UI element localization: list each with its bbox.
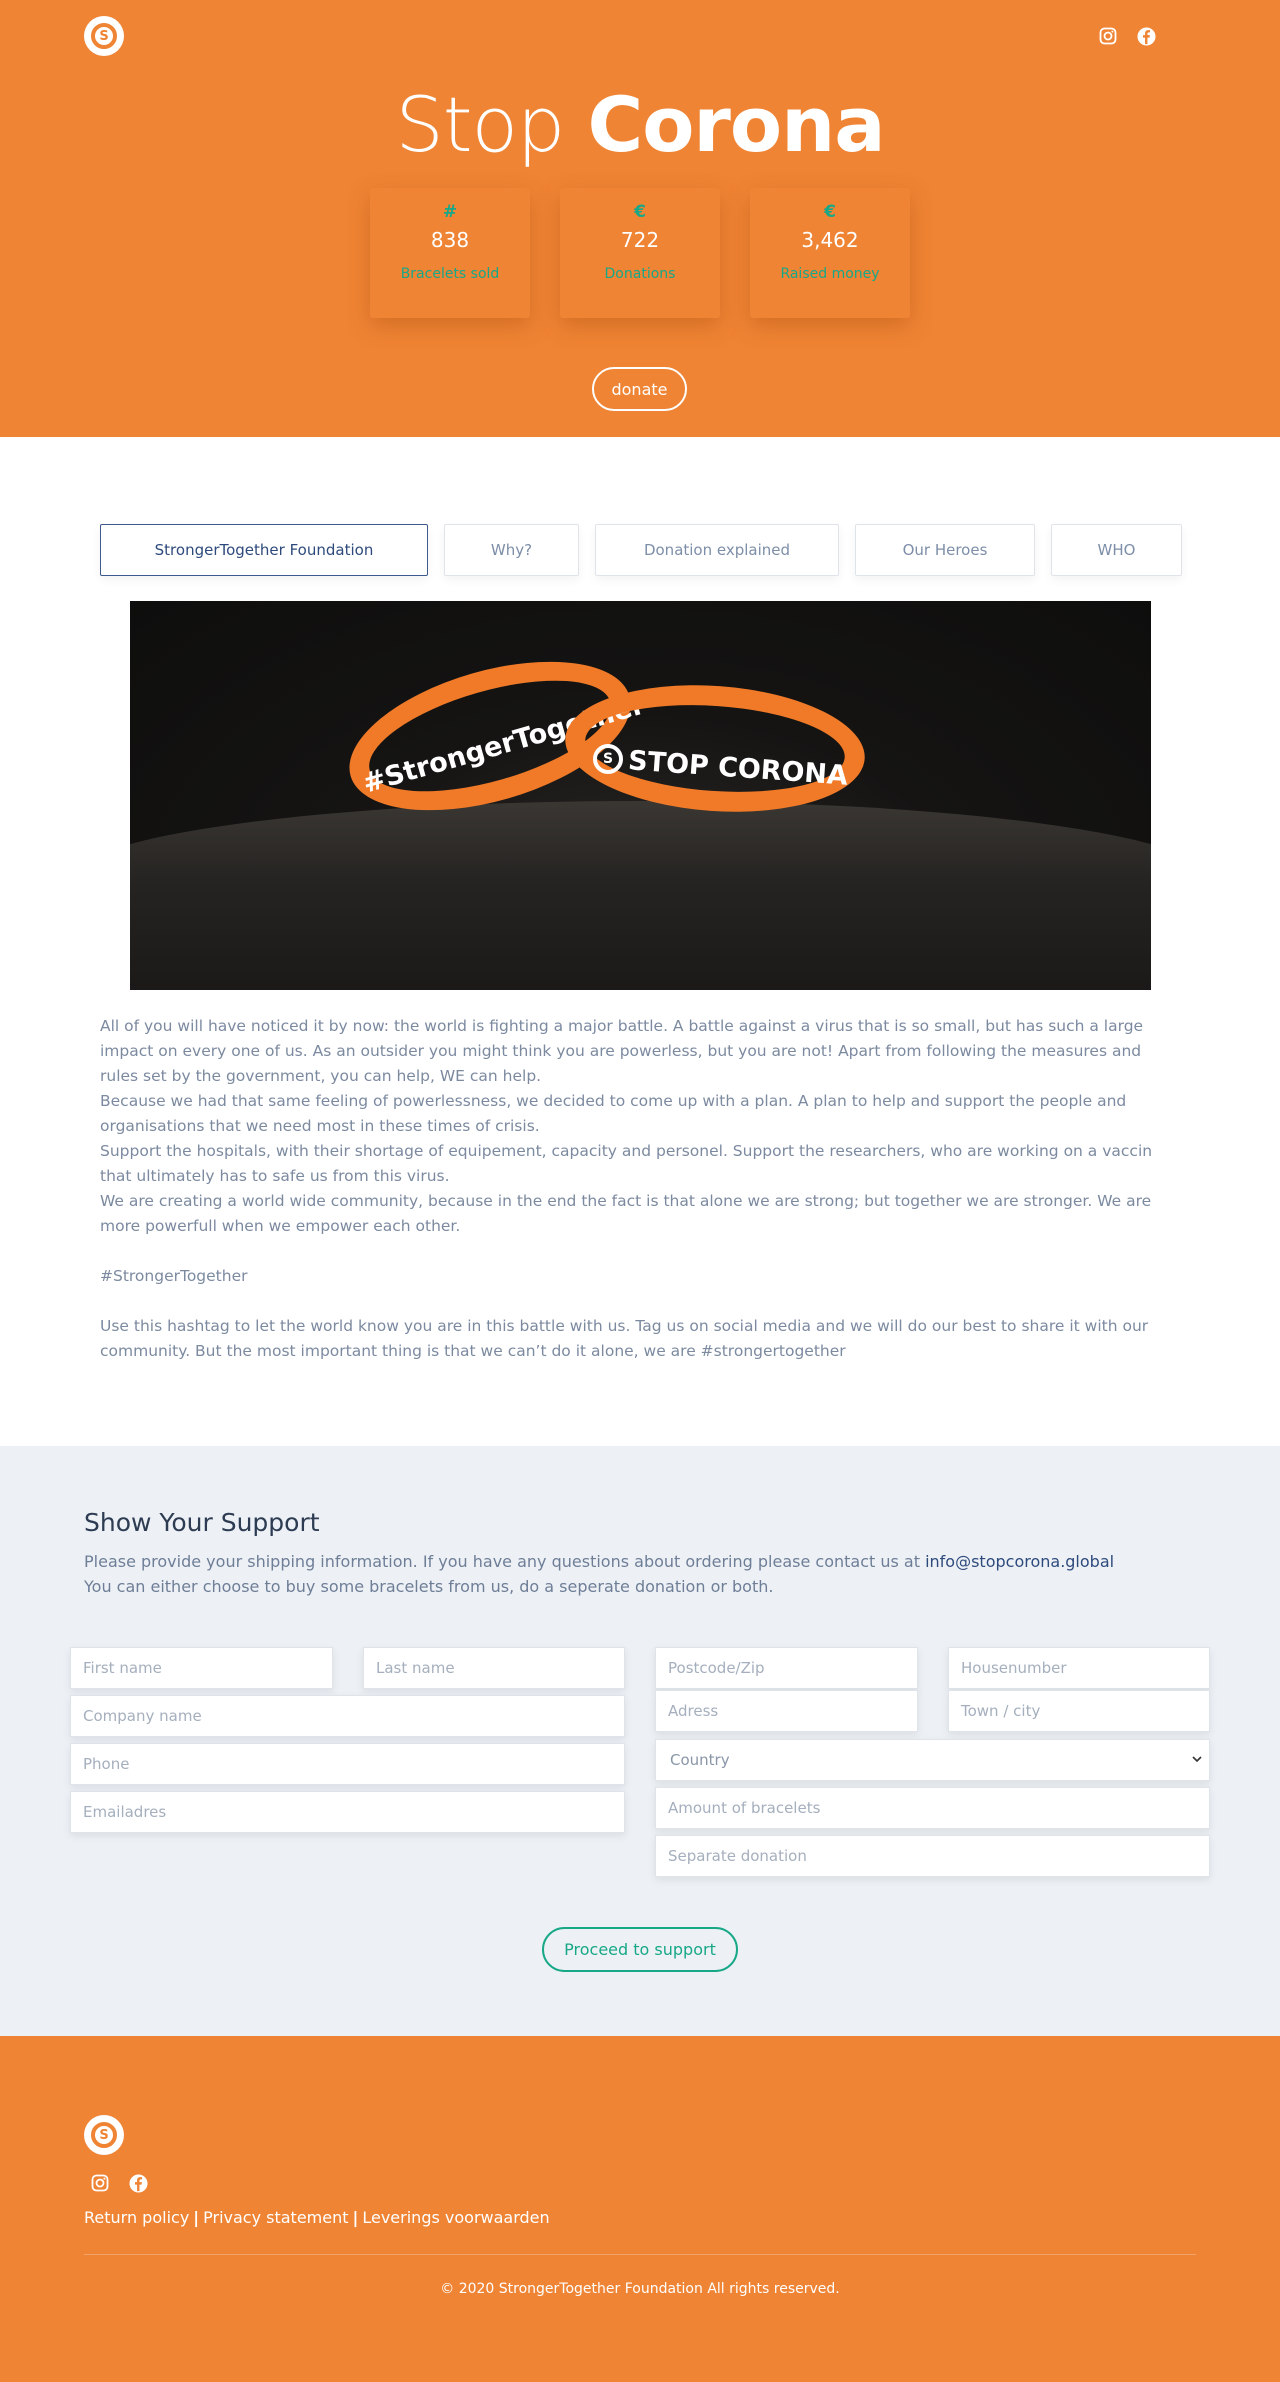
- country-select[interactable]: Country: [655, 1739, 1210, 1781]
- hero-section: S Stop Corona # 838 Bracelets sold € 722…: [0, 0, 1280, 437]
- tab-strongertogether-foundation[interactable]: StrongerTogether Foundation: [100, 524, 428, 576]
- first-name-field[interactable]: First name: [70, 1647, 333, 1689]
- last-name-field[interactable]: Last name: [363, 1647, 625, 1689]
- euro-icon: €: [634, 202, 646, 222]
- article-paragraph: All of you will have noticed it by now: …: [100, 1017, 1144, 1085]
- donate-button[interactable]: donate: [592, 367, 687, 411]
- header-social-links: [1098, 26, 1156, 46]
- facebook-icon[interactable]: [1136, 26, 1156, 46]
- link-separator: |: [193, 2208, 200, 2227]
- stat-label: Donations: [604, 266, 676, 282]
- stop-corona-logo[interactable]: S: [84, 16, 124, 56]
- support-title: Show Your Support: [84, 1508, 320, 1537]
- chevron-down-icon: [1191, 1751, 1203, 1769]
- privacy-statement-link[interactable]: Privacy statement: [203, 2208, 348, 2227]
- stat-label: Raised money: [780, 266, 880, 282]
- proceed-to-support-button[interactable]: Proceed to support: [542, 1927, 738, 1972]
- return-policy-link[interactable]: Return policy: [84, 2208, 189, 2227]
- photo-surface: [130, 801, 1151, 990]
- tab-our-heroes[interactable]: Our Heroes: [855, 524, 1035, 576]
- stat-bracelets-sold: # 838 Bracelets sold: [370, 188, 530, 318]
- hash-icon: #: [442, 202, 458, 222]
- support-intro-text-2: You can either choose to buy some bracel…: [84, 1577, 774, 1596]
- bracelet-logo-letter: S: [602, 751, 614, 767]
- content-tabs: StrongerTogether Foundation Why? Donatio…: [100, 524, 1182, 576]
- instagram-icon[interactable]: [1098, 26, 1118, 46]
- article-paragraph: Support the hospitals, with their shorta…: [100, 1142, 1153, 1185]
- bracelets-amount-field[interactable]: Amount of bracelets: [655, 1787, 1210, 1829]
- footer-links: Return policy | Privacy statement | Levering…: [84, 2208, 550, 2227]
- footer: S Return policy | Privacy statement | Leveri…: [0, 2036, 1280, 2382]
- footer-logo[interactable]: S: [84, 2115, 124, 2155]
- title-bold: Corona: [587, 80, 885, 169]
- article-paragraph: Use this hashtag to let the world know y…: [100, 1317, 1149, 1360]
- logo-letter: S: [91, 23, 117, 49]
- housenumber-field[interactable]: Housenumber: [948, 1647, 1210, 1689]
- stat-label: Bracelets sold: [400, 266, 500, 282]
- leverings-voorwaarden-link[interactable]: Leverings voorwaarden: [362, 2208, 549, 2227]
- contact-email-link[interactable]: info@stopcorona.global: [925, 1552, 1114, 1571]
- address-field[interactable]: Adress: [655, 1690, 918, 1732]
- facebook-icon[interactable]: [128, 2173, 148, 2193]
- logo-letter: S: [91, 2122, 117, 2148]
- about-article: All of you will have noticed it by now: …: [100, 1014, 1180, 1364]
- country-select-value: Country: [670, 1751, 730, 1769]
- stat-value: 3,462: [801, 228, 859, 252]
- postcode-field[interactable]: Postcode/Zip: [655, 1647, 918, 1689]
- stat-raised-money: € 3,462 Raised money: [750, 188, 910, 318]
- title-light: Stop: [395, 80, 565, 169]
- support-section: Show Your Support Please provide your sh…: [0, 1446, 1280, 2036]
- bracelets-photo: #StrongerTogether S STOP CORONA: [130, 601, 1151, 990]
- email-field[interactable]: Emailadres: [70, 1791, 625, 1833]
- bracelet-right-logo: S: [593, 744, 623, 774]
- article-paragraph: We are creating a world wide community, …: [100, 1192, 1152, 1235]
- copyright: © 2020 StrongerTogether Foundation All r…: [440, 2281, 840, 2297]
- instagram-icon[interactable]: [90, 2173, 110, 2193]
- company-name-field[interactable]: Company name: [70, 1695, 625, 1737]
- tab-who[interactable]: WHO: [1051, 524, 1182, 576]
- stat-donations: € 722 Donations: [560, 188, 720, 318]
- page-title: Stop Corona: [0, 80, 1280, 169]
- tab-why[interactable]: Why?: [444, 524, 579, 576]
- euro-icon: €: [824, 202, 836, 222]
- support-intro: Please provide your shipping information…: [84, 1549, 1114, 1599]
- separate-donation-field[interactable]: Separate donation: [655, 1835, 1210, 1877]
- article-hashtag: #StrongerTogether: [100, 1267, 248, 1285]
- article-paragraph: Because we had that same feeling of powe…: [100, 1092, 1127, 1135]
- stats-row: # 838 Bracelets sold € 722 Donations € 3…: [370, 188, 910, 318]
- footer-divider: [84, 2254, 1196, 2255]
- link-separator: |: [352, 2208, 359, 2227]
- footer-social-links: [90, 2173, 148, 2193]
- support-intro-text: Please provide your shipping information…: [84, 1552, 926, 1571]
- town-field[interactable]: Town / city: [948, 1690, 1210, 1732]
- stat-value: 722: [620, 228, 660, 252]
- phone-field[interactable]: Phone: [70, 1743, 625, 1785]
- tab-donation-explained[interactable]: Donation explained: [595, 524, 839, 576]
- stat-value: 838: [430, 228, 470, 252]
